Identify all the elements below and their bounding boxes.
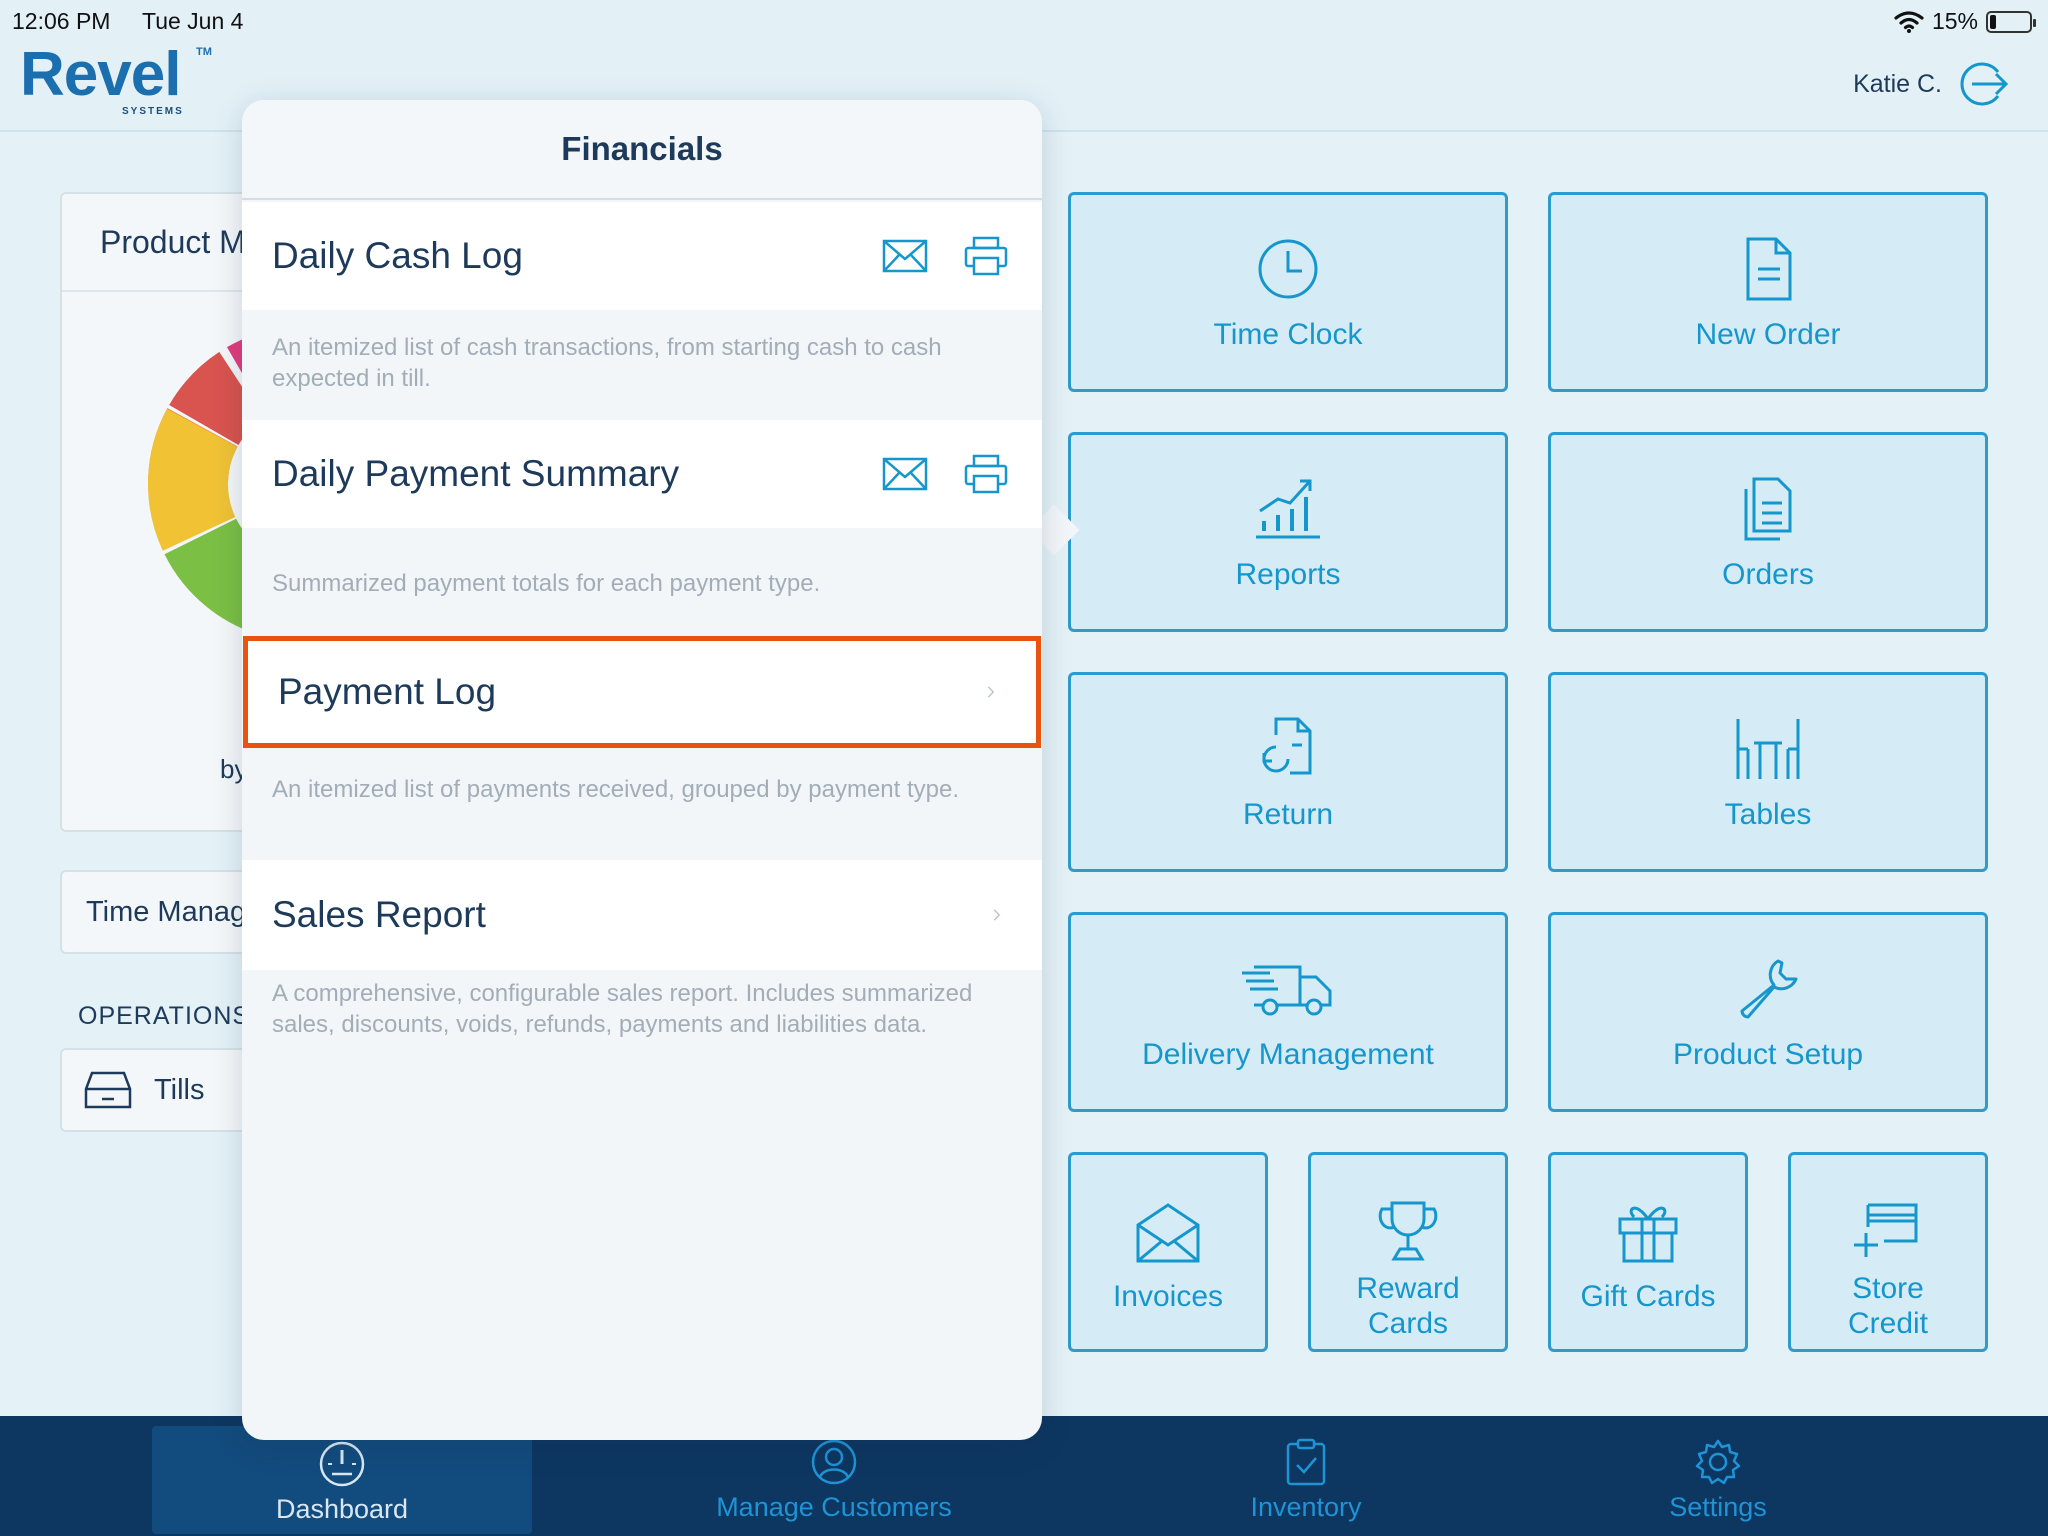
- row-actions: [882, 454, 1042, 494]
- tab-dashboard[interactable]: Dashboard: [152, 1426, 532, 1534]
- store-credit-label-line1: Store: [1852, 1272, 1924, 1305]
- new-order-label: New Order: [1695, 318, 1841, 351]
- clock-icon: [1258, 239, 1318, 299]
- delivery-management-tile[interactable]: Delivery Management: [1068, 912, 1508, 1112]
- financials-popover: Financials Daily Cash Log An itemized li…: [242, 100, 1042, 1440]
- tab-inventory-label: Inventory: [1250, 1492, 1362, 1522]
- revel-logo: Revel TM SYSTEMS: [20, 40, 220, 120]
- tables-icon: [1736, 719, 1800, 779]
- wrench-icon: [1740, 959, 1798, 1019]
- gift-cards-tile[interactable]: Gift Cards: [1548, 1152, 1748, 1352]
- speedometer-icon: [319, 1441, 365, 1487]
- email-icon[interactable]: [882, 457, 928, 491]
- product-setup-label: Product Setup: [1672, 1038, 1864, 1071]
- reward-cards-label-line2: Cards: [1367, 1307, 1449, 1340]
- truck-icon: [1242, 965, 1332, 1016]
- row-description: Summarized payment totals for each payme…: [272, 570, 821, 597]
- store-credit-label-line2: Credit: [1847, 1307, 1929, 1340]
- reward-cards-tile[interactable]: Reward Cards: [1308, 1152, 1508, 1352]
- product-setup-tile[interactable]: Product Setup: [1548, 912, 1988, 1112]
- status-time: 12:06 PM: [12, 8, 111, 34]
- delivery-management-label: Delivery Management: [1142, 1038, 1434, 1071]
- tab-settings-label: Settings: [1669, 1492, 1767, 1522]
- row-description: A comprehensive, configurable sales repo…: [272, 980, 973, 1038]
- user-name: Katie C.: [1853, 69, 1942, 98]
- document-icon: [1746, 237, 1792, 301]
- logo-text: Revel: [20, 40, 181, 109]
- documents-icon: [1744, 477, 1792, 541]
- row-daily-payment-summary[interactable]: Daily Payment Summary: [242, 420, 1042, 528]
- logout-icon[interactable]: [1958, 60, 2010, 108]
- orders-tile[interactable]: Orders: [1548, 432, 1988, 632]
- store-credit-tile[interactable]: Store Credit: [1788, 1152, 1988, 1352]
- tables-label: Tables: [1724, 798, 1812, 831]
- gift-cards-label: Gift Cards: [1580, 1280, 1716, 1313]
- battery-percent: 15%: [1931, 8, 1978, 34]
- status-date: Tue Jun 4: [142, 8, 244, 34]
- logo-subtitle: SYSTEMS: [122, 106, 184, 117]
- status-right: 15%: [1894, 8, 2036, 35]
- clipboard-check-icon: [1286, 1438, 1326, 1486]
- reward-cards-label-line1: Reward: [1356, 1272, 1460, 1305]
- row-daily-cash-log[interactable]: Daily Cash Log: [242, 202, 1042, 310]
- operations-heading: OPERATIONS: [78, 1002, 251, 1030]
- time-clock-label: Time Clock: [1213, 318, 1363, 351]
- email-icon[interactable]: [882, 239, 928, 273]
- popover-title: Financials: [242, 100, 1042, 200]
- logo-tm: TM: [196, 46, 212, 58]
- row-title: Daily Payment Summary: [272, 453, 680, 494]
- row-actions: [882, 236, 1042, 276]
- row-title: Payment Log: [278, 671, 497, 712]
- envelope-icon: [1136, 1203, 1200, 1263]
- credit-card-plus-icon: [1854, 1203, 1918, 1257]
- tab-manage-customers-label: Manage Customers: [716, 1492, 952, 1522]
- row-description: An itemized list of cash transactions, f…: [272, 334, 942, 392]
- reports-label: Reports: [1235, 558, 1341, 591]
- invoices-label: Invoices: [1112, 1280, 1224, 1313]
- tables-tile[interactable]: Tables: [1548, 672, 1988, 872]
- print-icon[interactable]: [964, 454, 1008, 494]
- row-title: Sales Report: [272, 894, 486, 935]
- row-title: Daily Cash Log: [272, 235, 523, 276]
- return-icon: [1262, 717, 1312, 775]
- row-sales-report[interactable]: Sales Report: [242, 860, 1042, 970]
- user-circle-icon: [811, 1439, 857, 1485]
- chevron-right-icon: [987, 686, 995, 698]
- tills-label: Tills: [154, 1073, 205, 1106]
- drawer-icon: [84, 1071, 132, 1109]
- tab-inventory[interactable]: Inventory: [1156, 1416, 1456, 1536]
- orders-label: Orders: [1722, 558, 1814, 591]
- gear-icon: [1695, 1439, 1741, 1485]
- chart-up-icon: [1256, 479, 1320, 539]
- invoices-tile[interactable]: Invoices: [1068, 1152, 1268, 1352]
- tab-dashboard-label: Dashboard: [275, 1494, 409, 1524]
- user-area: Katie C.: [1853, 60, 2010, 108]
- print-icon[interactable]: [964, 236, 1008, 276]
- new-order-tile[interactable]: New Order: [1548, 192, 1988, 392]
- row-description: An itemized list of payments received, g…: [272, 776, 960, 803]
- trophy-icon: [1378, 1201, 1438, 1261]
- wifi-icon: [1894, 10, 1924, 33]
- time-clock-tile[interactable]: Time Clock: [1068, 192, 1508, 392]
- tab-settings[interactable]: Settings: [1568, 1416, 1868, 1536]
- gift-icon: [1618, 1206, 1678, 1263]
- return-tile[interactable]: Return: [1068, 672, 1508, 872]
- row-payment-log[interactable]: Payment Log: [243, 636, 1041, 748]
- status-bar: 12:06 PM Tue Jun 4 15%: [0, 0, 2048, 40]
- reports-tile[interactable]: Reports: [1068, 432, 1508, 632]
- chevron-right-icon: [993, 909, 1001, 921]
- return-label: Return: [1242, 798, 1334, 831]
- battery-icon: [1986, 10, 2036, 33]
